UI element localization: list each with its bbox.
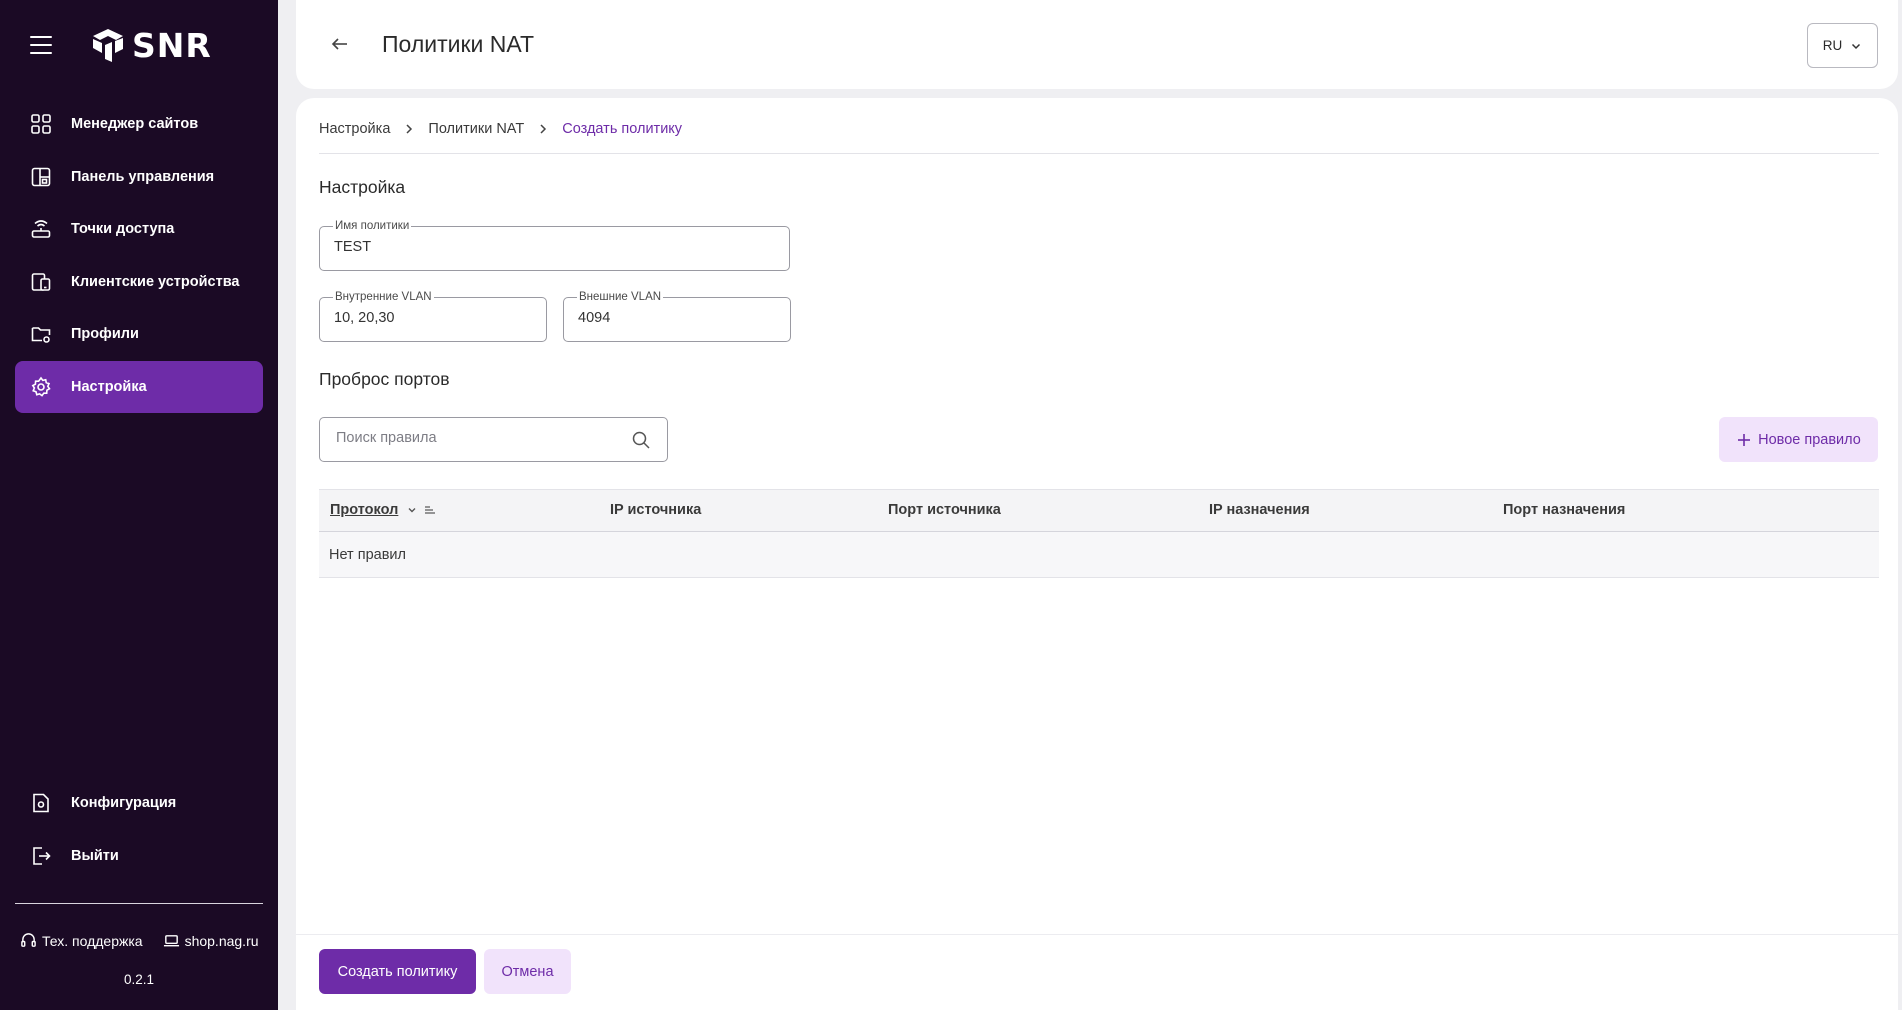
sidebar: SNR Менеджер сайтов Панель управления То… (0, 0, 278, 1010)
devices-icon (31, 272, 51, 291)
breadcrumb-current: Создать политику (562, 121, 683, 137)
config-file-icon (33, 793, 49, 813)
new-rule-label: Новое правило (1758, 431, 1861, 448)
port-forwarding-table: Протокол IP источника Порт источника IP … (319, 489, 1879, 578)
column-label: IP источника (610, 502, 702, 518)
rule-search[interactable] (319, 417, 668, 462)
new-rule-button[interactable]: Новое правило (1719, 417, 1878, 462)
breadcrumb: Настройка Политики NAT Создать политику (319, 121, 682, 137)
sidebar-item-label: Точки доступа (71, 221, 175, 238)
sidebar-footer: Тех. поддержка shop.nag.ru (20, 932, 259, 949)
sidebar-item-client-devices[interactable]: Клиентские устройства (15, 256, 263, 308)
sidebar-item-label: Конфигурация (71, 795, 177, 811)
gear-icon (31, 376, 51, 397)
top-header: Политики NAT RU (296, 0, 1898, 89)
sidebar-bottom-nav: Конфигурация Выйти (15, 777, 263, 882)
page-title: Политики NAT (382, 31, 535, 57)
field-label: Внутренние VLAN (333, 290, 434, 304)
sidebar-header: SNR (0, 0, 278, 96)
port-forwarding-section-title: Проброс портов (319, 369, 450, 389)
column-source-port: Порт источника (888, 502, 1001, 518)
chevron-down-icon (1852, 43, 1861, 49)
back-arrow-icon[interactable] (330, 34, 350, 54)
table-header: Протокол IP источника Порт источника IP … (319, 489, 1879, 532)
sidebar-nav: Менеджер сайтов Панель управления Точки … (15, 98, 263, 414)
plus-icon (1738, 433, 1751, 446)
main-content: Настройка Политики NAT Создать политику … (296, 98, 1898, 1010)
column-source-ip: IP источника (610, 502, 701, 518)
sidebar-item-dashboard[interactable]: Панель управления (15, 151, 263, 203)
column-label: IP назначения (1209, 502, 1310, 518)
sidebar-divider (15, 903, 263, 904)
brand-logo[interactable]: SNR (90, 26, 212, 65)
sidebar-item-site-manager[interactable]: Менеджер сайтов (15, 98, 263, 150)
rule-search-input[interactable] (336, 430, 626, 446)
support-link[interactable]: Тех. поддержка (20, 932, 143, 949)
create-policy-label: Создать политику (337, 963, 458, 980)
sidebar-item-configuration[interactable]: Конфигурация (15, 777, 263, 829)
sidebar-item-label: Настройка (71, 378, 147, 395)
empty-state-text: Нет правил (329, 547, 406, 563)
sidebar-item-label: Панель управления (71, 168, 215, 185)
policy-name-input[interactable] (334, 239, 775, 255)
sidebar-item-label: Профили (71, 326, 139, 343)
sort-icon[interactable] (424, 504, 436, 516)
folder-settings-icon (31, 327, 51, 344)
headset-icon (21, 933, 36, 947)
chevron-right-icon (540, 124, 547, 134)
logout-icon (33, 846, 51, 865)
column-protocol[interactable]: Протокол (330, 502, 436, 518)
dashboard-icon (31, 167, 51, 186)
sidebar-item-access-points[interactable]: Точки доступа (15, 203, 263, 255)
external-vlan-field[interactable]: Внешние VLAN (563, 290, 791, 342)
chevron-right-icon (406, 124, 413, 134)
shop-link[interactable]: shop.nag.ru (163, 932, 259, 949)
internal-vlan-input[interactable] (334, 310, 532, 326)
app-version: 0.2.1 (123, 972, 155, 987)
table-empty-row: Нет правил (319, 532, 1879, 578)
settings-section-title: Настройка (319, 177, 406, 197)
sidebar-item-settings[interactable]: Настройка (15, 360, 263, 413)
breadcrumb-divider (319, 153, 1879, 154)
access-point-icon (31, 220, 51, 238)
chevron-down-icon (408, 508, 416, 513)
search-icon[interactable] (631, 430, 651, 450)
create-policy-button[interactable]: Создать политику (319, 949, 476, 994)
column-destination-ip: IP назначения (1209, 502, 1310, 518)
external-vlan-input[interactable] (578, 310, 776, 326)
column-label: Протокол (330, 502, 399, 518)
brand-name: SNR (132, 26, 212, 65)
form-actions-bar: Создать политику Отмена (296, 934, 1898, 1010)
grid-icon (31, 114, 51, 134)
sidebar-item-label: Выйти (71, 847, 119, 864)
language-select[interactable]: RU (1807, 23, 1878, 68)
column-label: Порт источника (888, 502, 1001, 518)
menu-icon[interactable] (30, 36, 52, 58)
cancel-label: Отмена (501, 963, 554, 980)
field-label: Имя политики (333, 219, 412, 233)
laptop-icon (163, 935, 179, 947)
sidebar-item-logout[interactable]: Выйти (15, 830, 263, 882)
snr-logo-icon (93, 28, 123, 62)
sidebar-item-label: Менеджер сайтов (71, 116, 199, 132)
cancel-button[interactable]: Отмена (484, 949, 571, 994)
sidebar-item-label: Клиентские устройства (71, 273, 240, 290)
internal-vlan-field[interactable]: Внутренние VLAN (319, 290, 547, 342)
field-label: Внешние VLAN (577, 290, 664, 304)
sidebar-item-profiles[interactable]: Профили (15, 308, 263, 360)
breadcrumb-nat-policies[interactable]: Политики NAT (428, 121, 524, 137)
shop-label: shop.nag.ru (184, 932, 259, 949)
breadcrumb-settings[interactable]: Настройка (319, 121, 390, 137)
column-label: Порт назначения (1503, 502, 1626, 518)
column-destination-port: Порт назначения (1503, 502, 1625, 518)
support-label: Тех. поддержка (42, 932, 143, 949)
policy-name-field[interactable]: Имя политики (319, 219, 790, 271)
language-value: RU (1822, 38, 1843, 53)
